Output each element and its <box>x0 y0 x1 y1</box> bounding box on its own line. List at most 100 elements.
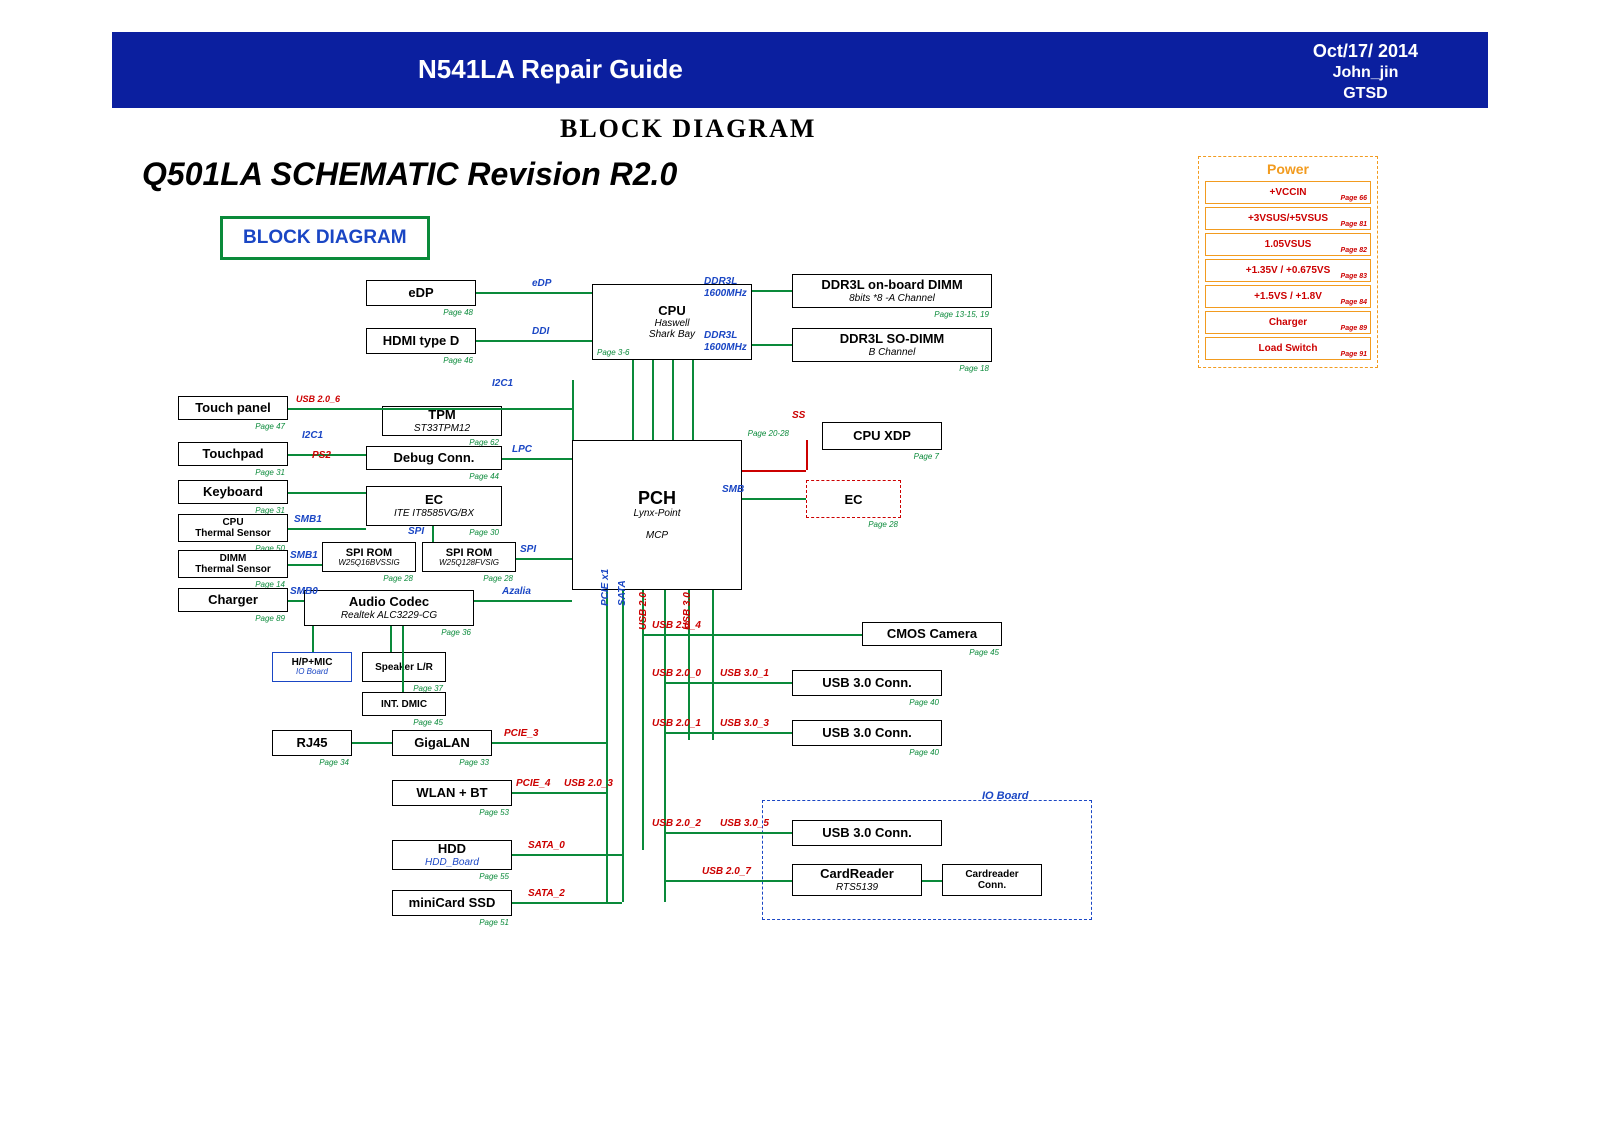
schematic-title: Q501LA SCHEMATIC Revision R2.0 <box>142 156 677 193</box>
power-row: ChargerPage 89 <box>1205 311 1371 334</box>
usb30-conn1-block: USB 3.0 Conn.Page 40 <box>792 670 942 696</box>
debug-conn-block: Debug Conn.Page 44 <box>366 446 502 470</box>
bus-label-ddr3l-2: DDR3L <box>704 330 737 341</box>
wire <box>752 344 792 346</box>
bus-label-smb1-1: SMB1 <box>294 514 322 525</box>
power-panel: Power +VCCINPage 66 +3VSUS/+5VSUSPage 81… <box>1198 156 1378 368</box>
dimm-thermal-block: DIMM Thermal SensorPage 14 <box>178 550 288 578</box>
power-row: +VCCINPage 66 <box>1205 181 1371 204</box>
spirom1-block: SPI ROMW25Q16BVSSIGPage 28 <box>322 542 416 572</box>
wire <box>474 600 572 602</box>
cardreader-conn-block: Cardreader Conn. <box>942 864 1042 896</box>
keyboard-block: KeyboardPage 31 <box>178 480 288 504</box>
power-row: +1.5VS / +1.8VPage 84 <box>1205 285 1371 308</box>
hdmi-block: HDMI type DPage 46 <box>366 328 476 354</box>
doc-title: N541LA Repair Guide <box>418 54 683 85</box>
io-board-group <box>762 800 1092 920</box>
wire <box>476 292 592 294</box>
wire <box>288 564 322 566</box>
power-row: Load SwitchPage 91 <box>1205 337 1371 360</box>
block-diagram-label: BLOCK DIAGRAM <box>220 216 430 260</box>
bus-label-sata2: SATA_2 <box>528 888 565 899</box>
doc-org: GTSD <box>1313 84 1418 105</box>
bus-label-usb303: USB 3.0_3 <box>720 718 769 729</box>
bus-label-azalia: Azalia <box>502 586 531 597</box>
minicard-ssd-block: miniCard SSDPage 51 <box>392 890 512 916</box>
bus-label-sata: SATA <box>617 580 628 606</box>
wire <box>664 880 792 882</box>
cpu-xdp-block: CPU XDPPage 7 <box>822 422 942 450</box>
bus-label-smb: SMB <box>722 484 744 495</box>
wire <box>390 626 392 652</box>
ddr-onboard-block: DDR3L on-board DIMM8bits *8 -A ChannelPa… <box>792 274 992 308</box>
bus-label-pcie3: PCIE_3 <box>504 728 538 739</box>
cardreader-block: CardReaderRTS5139 <box>792 864 922 896</box>
wire <box>572 380 574 440</box>
wire <box>752 290 792 292</box>
wire <box>476 340 592 342</box>
bus-label-smb0: SMB0 <box>290 586 318 597</box>
bus-label-1600mhz-2: 1600MHz <box>704 342 747 353</box>
wire <box>512 792 606 794</box>
section-title: BLOCK DIAGRAM <box>560 116 816 142</box>
wire <box>288 528 366 530</box>
wire <box>432 526 434 542</box>
power-row: 1.05VSUSPage 82 <box>1205 233 1371 256</box>
power-row: +1.35V / +0.675VSPage 83 <box>1205 259 1371 282</box>
wire <box>622 590 624 902</box>
bus-label-usb201: USB 2.0_1 <box>652 718 701 729</box>
wire <box>352 742 392 744</box>
wire <box>312 626 314 652</box>
header-meta: Oct/17/ 2014 John_jin GTSD <box>1313 40 1418 105</box>
bus-label-usb207: USB 2.0_7 <box>702 866 751 877</box>
bus-label-usb202: USB 2.0_2 <box>652 818 701 829</box>
doc-author: John_jin <box>1313 63 1418 84</box>
wire <box>664 832 792 834</box>
doc-date: Oct/17/ 2014 <box>1313 40 1418 63</box>
bus-label-ps2: PS2 <box>312 450 331 461</box>
wire <box>806 440 808 470</box>
bus-label-pciex1: PCIE x1 <box>600 569 611 606</box>
edp-block: eDPPage 48 <box>366 280 476 306</box>
tpm-block: TPMST33TPM12Page 62 <box>382 406 502 436</box>
bus-label-usb301: USB 3.0_1 <box>720 668 769 679</box>
wire <box>742 498 806 500</box>
bus-label-i2c1-1: I2C1 <box>492 378 513 389</box>
bus-label-sata0: SATA_0 <box>528 840 565 851</box>
bus-label-ss: SS <box>792 410 805 421</box>
wire <box>742 470 806 472</box>
hdd-block: HDDHDD_BoardPage 55 <box>392 840 512 870</box>
wire <box>512 902 622 904</box>
rj45-block: RJ45Page 34 <box>272 730 352 756</box>
touchpad-block: TouchpadPage 31 <box>178 442 288 466</box>
bus-label-usb203: USB 2.0_3 <box>564 778 613 789</box>
bus-label-usb305: USB 3.0_5 <box>720 818 769 829</box>
wlan-bt-block: WLAN + BTPage 53 <box>392 780 512 806</box>
bus-label-usb200: USB 2.0_0 <box>652 668 701 679</box>
bus-label-pcie4: PCIE_4 <box>516 778 550 789</box>
cpu-thermal-block: CPU Thermal SensorPage 50 <box>178 514 288 542</box>
wire <box>512 854 622 856</box>
usb30-conn2-block: USB 3.0 Conn.Page 40 <box>792 720 942 746</box>
header-bar: N541LA Repair Guide Oct/17/ 2014 John_ji… <box>112 32 1488 108</box>
ec-block: ECITE IT8585VG/BXPage 30 <box>366 486 502 526</box>
bus-label-edp: eDP <box>532 278 551 289</box>
bus-label-ddr3l-1: DDR3L <box>704 276 737 287</box>
io-board-label: IO Board <box>982 790 1028 802</box>
bus-label-usb206: USB 2.0_6 <box>296 394 340 404</box>
usb30-conn3-block: USB 3.0 Conn. <box>792 820 942 846</box>
bus-label-ddi: DDI <box>532 326 549 337</box>
wire <box>672 360 674 440</box>
gigalan-block: GigaLANPage 33 <box>392 730 492 756</box>
wire <box>652 360 654 440</box>
wire <box>922 880 942 882</box>
block-diagram: Q501LA SCHEMATIC Revision R2.0 BLOCK DIA… <box>112 150 1488 1120</box>
bus-label-smb1-2: SMB1 <box>290 550 318 561</box>
bus-label-spi-1: SPI <box>408 526 424 537</box>
bus-label-spi-2: SPI <box>520 544 536 555</box>
bus-label-1600mhz-1: 1600MHz <box>704 288 747 299</box>
wire <box>664 590 666 902</box>
wire <box>712 590 714 740</box>
wire <box>502 458 572 460</box>
wire <box>664 682 792 684</box>
